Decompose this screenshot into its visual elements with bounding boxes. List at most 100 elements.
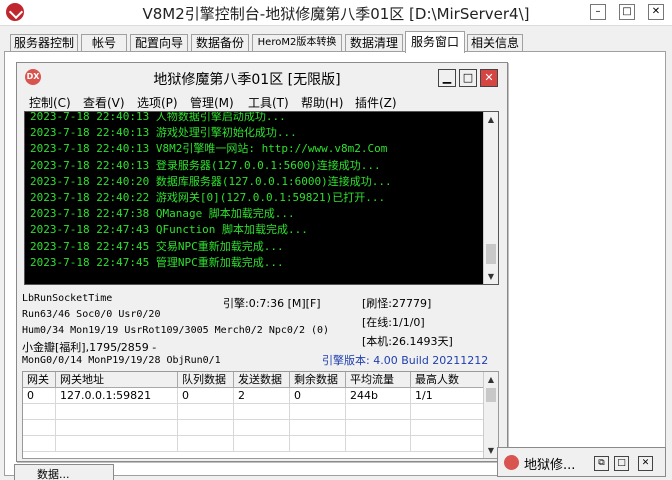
- empty-cell: [290, 436, 346, 452]
- status-mon: MonG0/0/14 MonP19/19/28 ObjRun0/1: [22, 355, 221, 366]
- minimized-window-label: 数据...: [37, 468, 70, 480]
- tab-data-backup[interactable]: 数据备份: [191, 34, 249, 52]
- server-window-titlebar: DX 地狱修魔第八季01区 [无限版] ▁ □ ✕: [17, 63, 507, 91]
- status-hum: Hum0/34 Mon19/19 UsrRot109/3005 Merch0/2…: [22, 325, 330, 336]
- log-line: 2023-7-18 22:47:45 交易NPC重新加载完成...: [30, 239, 284, 253]
- empty-cell: [56, 420, 178, 436]
- tab-herom2-convert[interactable]: HeroM2版本转换: [252, 34, 342, 52]
- server-logo-icon: [504, 455, 519, 470]
- log-console[interactable]: 2023-7-18 22:40:13 人物数据引擎启动成功... 2023-7-…: [24, 111, 499, 285]
- log-line: 2023-7-18 22:40:22 游戏网关[0](127.0.0.1:598…: [30, 190, 386, 204]
- scroll-down-icon[interactable]: ▼: [484, 443, 498, 458]
- menu-manage[interactable]: 管理(M): [190, 94, 234, 111]
- app-logo-icon: [6, 3, 24, 21]
- title-bar: V8M2引擎控制台-地狱修魔第八季01区 [D:\MirServer4\] – …: [0, 0, 672, 26]
- close-button[interactable]: ✕: [638, 456, 653, 471]
- tab-server-control[interactable]: 服务器控制: [10, 34, 78, 52]
- menu-control[interactable]: 控制(C): [29, 94, 71, 111]
- local-uptime: [本机:26.1493天]: [362, 335, 453, 348]
- column-header[interactable]: 平均流量: [346, 372, 411, 388]
- log-line: 2023-7-18 22:47:38 QManage 脚本加载完成...: [30, 207, 295, 221]
- log-line: 2023-7-18 22:40:13 人物数据引擎启动成功...: [30, 111, 286, 123]
- table-scrollbar[interactable]: ▲ ▼: [483, 372, 498, 458]
- empty-cell: [234, 436, 290, 452]
- server-close-button[interactable]: ✕: [480, 69, 498, 87]
- empty-cell: [23, 436, 56, 452]
- table-cell[interactable]: 1/1: [411, 388, 484, 404]
- close-button[interactable]: ✕: [648, 4, 664, 20]
- log-scroll-thumb[interactable]: [486, 244, 496, 264]
- tab-service-window[interactable]: 服务窗口: [405, 31, 465, 53]
- tab-related-info[interactable]: 相关信息: [467, 34, 523, 52]
- table-cell[interactable]: 127.0.0.1:59821: [56, 388, 178, 404]
- empty-cell: [411, 404, 484, 420]
- column-header[interactable]: 发送数据: [234, 372, 290, 388]
- log-line: 2023-7-18 22:40:13 游戏处理引擎初始化成功...: [30, 126, 297, 140]
- table-cell[interactable]: 2: [234, 388, 290, 404]
- minimized-server-window[interactable]: 地狱修... ⧉ □ ✕: [497, 447, 666, 477]
- server-maximize-button[interactable]: □: [459, 69, 477, 87]
- log-list: 2023-7-18 22:40:13 人物数据引擎启动成功... 2023-7-…: [30, 111, 485, 271]
- scroll-down-icon[interactable]: ▼: [484, 269, 498, 284]
- menu-help[interactable]: 帮助(H): [301, 94, 343, 111]
- empty-cell: [346, 404, 411, 420]
- online-count: [在线:1/1/0]: [362, 316, 425, 329]
- table-cell[interactable]: 0: [178, 388, 234, 404]
- empty-cell: [178, 420, 234, 436]
- maximize-button[interactable]: □: [614, 456, 629, 471]
- minimize-button[interactable]: –: [590, 4, 606, 20]
- empty-cell: [346, 436, 411, 452]
- table-scroll-thumb[interactable]: [486, 388, 496, 402]
- maximize-button[interactable]: □: [619, 4, 635, 20]
- menu-options[interactable]: 选项(P): [137, 94, 178, 111]
- empty-cell: [234, 420, 290, 436]
- tab-bar: 服务器控制 帐号 配置向导 数据备份 HeroM2版本转换 数据清理 服务窗口 …: [0, 28, 672, 53]
- engine-runtime: 引擎:0:7:36 [M][F]: [223, 297, 321, 310]
- empty-cell: [411, 436, 484, 452]
- tab-account[interactable]: 帐号: [81, 34, 127, 52]
- scroll-up-icon[interactable]: ▲: [484, 372, 498, 387]
- empty-cell: [56, 404, 178, 420]
- empty-cell: [178, 404, 234, 420]
- log-line: 2023-7-18 22:40:13 V8M2引擎唯一网站: http://ww…: [30, 142, 388, 156]
- refresh-count: [刷怪:27779]: [362, 297, 432, 310]
- menu-view[interactable]: 查看(V): [83, 94, 125, 111]
- log-line: 2023-7-18 22:47:45 管理NPC重新加载完成...: [30, 255, 284, 269]
- status-lbrun: LbRunSocketTime: [22, 293, 113, 304]
- log-line: 2023-7-18 22:47:43 QFunction 脚本加载完成...: [30, 223, 308, 237]
- server-logo-icon: DX: [25, 69, 41, 85]
- menu-tools[interactable]: 工具(T): [248, 94, 289, 111]
- server-window: DX 地狱修魔第八季01区 [无限版] ▁ □ ✕ 控制(C) 查看(V) 选项…: [16, 62, 508, 462]
- tab-config-wizard[interactable]: 配置向导: [130, 34, 188, 52]
- column-header[interactable]: 最高人数: [411, 372, 484, 388]
- empty-cell: [290, 404, 346, 420]
- column-header[interactable]: 网关: [23, 372, 56, 388]
- scroll-up-icon[interactable]: ▲: [484, 112, 498, 127]
- gateway-table: 网关 网关地址 队列数据 发送数据 剩余数据 平均流量 最高人数 0 127.0…: [22, 371, 499, 459]
- column-header[interactable]: 队列数据: [178, 372, 234, 388]
- window-title: V8M2引擎控制台-地狱修魔第八季01区 [D:\MirServer4\]: [142, 5, 530, 23]
- menu-bar: 控制(C) 查看(V) 选项(P) 管理(M) 工具(T) 帮助(H) 插件(Z…: [17, 92, 507, 112]
- log-line: 2023-7-18 22:40:20 数据库服务器(127.0.0.1:6000…: [30, 174, 392, 188]
- empty-cell: [23, 420, 56, 436]
- minimized-window-left[interactable]: 数据...: [14, 464, 114, 480]
- tab-data-cleanup[interactable]: 数据清理: [345, 34, 403, 52]
- column-header[interactable]: 网关地址: [56, 372, 178, 388]
- table-cell[interactable]: 244b: [346, 388, 411, 404]
- status-gold: 小金瓣[福利],1795/2859 -: [22, 341, 157, 354]
- empty-cell: [178, 436, 234, 452]
- empty-cell: [234, 404, 290, 420]
- table-cell[interactable]: 0: [290, 388, 346, 404]
- empty-cell: [23, 404, 56, 420]
- log-line: 2023-7-18 22:40:13 登录服务器(127.0.0.1:5600)…: [30, 158, 381, 172]
- restore-button[interactable]: ⧉: [594, 456, 609, 471]
- table-cell[interactable]: 0: [23, 388, 56, 404]
- column-header[interactable]: 剩余数据: [290, 372, 346, 388]
- server-minimize-button[interactable]: ▁: [438, 69, 456, 87]
- server-window-title: 地狱修魔第八季01区 [无限版]: [153, 72, 341, 88]
- empty-cell: [346, 420, 411, 436]
- log-scrollbar[interactable]: ▲ ▼: [483, 112, 498, 284]
- engine-version: 引擎版本: 4.00 Build 20211212: [322, 354, 489, 367]
- menu-plugins[interactable]: 插件(Z): [355, 94, 397, 111]
- empty-cell: [411, 420, 484, 436]
